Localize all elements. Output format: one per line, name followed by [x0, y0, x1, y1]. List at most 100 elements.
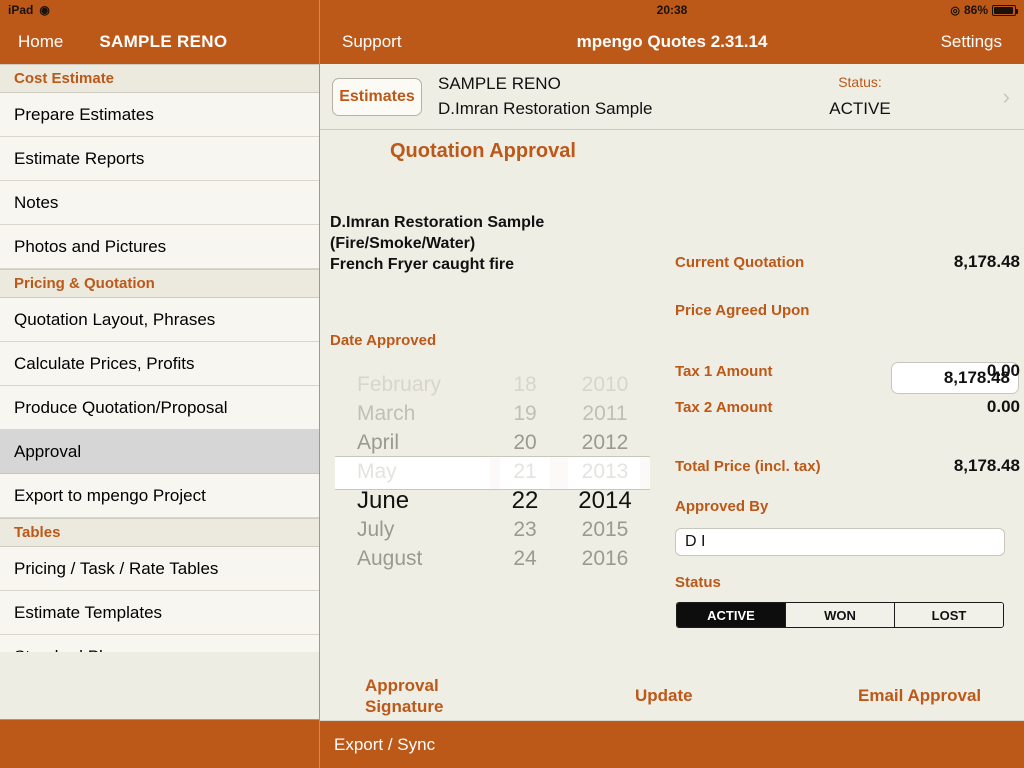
current-quotation-label: Current Quotation [675, 254, 804, 271]
estimate-name-label: D.Imran Restoration Sample [438, 99, 652, 119]
left-bottom-bar [0, 720, 319, 768]
date-picker[interactable]: FebruaryMarchAprilMayJuneJulyAugustSepte… [335, 370, 650, 570]
estimate-description: D.Imran Restoration Sample (Fire/Smoke/W… [330, 212, 544, 275]
date-picker-year[interactable]: 2010 [560, 370, 650, 399]
left-sidebar-pane: iPad ◉ Home SAMPLE RENO Cost EstimatePre… [0, 0, 320, 768]
date-picker-year[interactable]: 2011 [560, 399, 650, 428]
status-badge: ACTIVE [750, 99, 970, 119]
app-title: mpengo Quotes 2.31.14 [320, 32, 1024, 52]
approved-by-input[interactable]: D I [675, 528, 1005, 556]
total-price-label: Total Price (incl. tax) [675, 458, 821, 475]
total-price-value: 8,178.48 [860, 456, 1020, 476]
device-label: iPad [8, 3, 33, 17]
sidebar-item-notes[interactable]: Notes [0, 181, 319, 225]
date-picker-month[interactable]: March [335, 399, 490, 428]
status-segment-lost[interactable]: LOST [895, 603, 1003, 627]
date-picker-day[interactable]: 20 [490, 428, 560, 457]
home-button[interactable]: Home [18, 32, 63, 52]
sidebar-item-photos-and-pictures[interactable]: Photos and Pictures [0, 225, 319, 269]
battery-percent-label: 86% [964, 3, 988, 17]
sidebar-item-quotation-layout-phrases[interactable]: Quotation Layout, Phrases [0, 298, 319, 342]
sidebar-item-produce-quotation-proposal[interactable]: Produce Quotation/Proposal [0, 386, 319, 430]
date-picker-month[interactable]: July [335, 515, 490, 544]
date-picker-year[interactable]: 2015 [560, 515, 650, 544]
top-nav-bar: Support mpengo Quotes 2.31.14 Settings [320, 20, 1024, 64]
update-button[interactable]: Update [635, 685, 693, 706]
clock-label: 20:38 [657, 3, 688, 17]
date-picker-year-column[interactable]: 201020112012201320142015201620172018 [560, 370, 650, 570]
tax1-label: Tax 1 Amount [675, 363, 773, 380]
status-segment-active[interactable]: ACTIVE [677, 603, 786, 627]
date-approved-label: Date Approved [330, 332, 436, 349]
wifi-icon: ◉ [39, 4, 49, 16]
estimate-header-bar[interactable]: Estimates SAMPLE RENO D.Imran Restoratio… [320, 64, 1024, 130]
date-picker-year[interactable]: 2013 [560, 457, 650, 486]
description-line-2: (Fire/Smoke/Water) [330, 233, 544, 254]
bottom-bar[interactable]: Export / Sync [320, 720, 1024, 768]
settings-button[interactable]: Settings [941, 32, 1002, 52]
estimate-status-group: Status: ACTIVE [750, 74, 970, 119]
status-bar-left: iPad ◉ [0, 0, 319, 20]
chevron-right-icon[interactable]: › [1003, 84, 1010, 110]
sidebar-item-pricing-task-rate-tables[interactable]: Pricing / Task / Rate Tables [0, 547, 319, 591]
date-picker-day[interactable]: 19 [490, 399, 560, 428]
date-picker-day[interactable]: 21 [490, 457, 560, 486]
sidebar-section-header: Tables [0, 518, 319, 547]
tax2-value: 0.00 [860, 397, 1020, 417]
support-button[interactable]: Support [342, 32, 402, 52]
estimate-project-label: SAMPLE RENO [438, 74, 652, 94]
description-line-3: French Fryer caught fire [330, 254, 544, 275]
sidebar-item-calculate-prices-profits[interactable]: Calculate Prices, Profits [0, 342, 319, 386]
date-picker-month[interactable]: February [335, 370, 490, 399]
date-picker-day-column[interactable]: 181920212223242526 [490, 370, 560, 570]
date-picker-day[interactable]: 23 [490, 515, 560, 544]
current-quotation-value: 8,178.48 [860, 252, 1020, 272]
approval-signature-button[interactable]: Approval Signature [365, 675, 443, 717]
date-picker-day-selected[interactable]: 22 [490, 486, 560, 515]
sidebar-section-header: Cost Estimate [0, 64, 319, 93]
date-picker-month-column[interactable]: FebruaryMarchAprilMayJuneJulyAugustSepte… [335, 370, 490, 570]
tax1-value: 0.00 [860, 361, 1020, 381]
sidebar-item-prepare-estimates[interactable]: Prepare Estimates [0, 93, 319, 137]
date-picker-month[interactable]: August [335, 544, 490, 570]
page-title: Quotation Approval [390, 140, 576, 163]
estimate-titles: SAMPLE RENO D.Imran Restoration Sample [438, 74, 652, 119]
approval-content: Quotation Approval D.Imran Restoration S… [320, 130, 1024, 720]
date-picker-day[interactable]: 18 [490, 370, 560, 399]
date-picker-year[interactable]: 2012 [560, 428, 650, 457]
sidebar-item-estimate-reports[interactable]: Estimate Reports [0, 137, 319, 181]
sidebar-menu[interactable]: Cost EstimatePrepare EstimatesEstimate R… [0, 64, 319, 652]
tax2-label: Tax 2 Amount [675, 399, 773, 416]
price-agreed-label: Price Agreed Upon [675, 302, 809, 319]
status-bar-right-group: ◎ 86% [950, 0, 1016, 20]
sidebar-item-standard-phrases[interactable]: Standard Phrases [0, 635, 319, 652]
sidebar-item-estimate-templates[interactable]: Estimate Templates [0, 591, 319, 635]
sidebar-item-approval[interactable]: Approval [0, 430, 319, 474]
date-picker-day[interactable]: 24 [490, 544, 560, 570]
sidebar-empty-area [0, 652, 319, 720]
battery-icon [992, 5, 1016, 16]
status-label: Status: [750, 74, 970, 90]
email-approval-button[interactable]: Email Approval [858, 685, 981, 706]
approval-signature-line-1: Approval [365, 675, 443, 696]
date-picker-month-selected[interactable]: June [335, 486, 490, 515]
sidebar-section-header: Pricing & Quotation [0, 269, 319, 298]
status-segment-won[interactable]: WON [786, 603, 895, 627]
description-line-1: D.Imran Restoration Sample [330, 212, 544, 233]
project-name-label: SAMPLE RENO [99, 32, 227, 52]
approved-by-label: Approved By [675, 498, 768, 515]
status-bar-right: 20:38 ◎ 86% [320, 0, 1024, 20]
app-root: iPad ◉ Home SAMPLE RENO Cost EstimatePre… [0, 0, 1024, 768]
date-picker-year-selected[interactable]: 2014 [560, 486, 650, 515]
estimates-button[interactable]: Estimates [332, 78, 422, 116]
status-segmented-control[interactable]: ACTIVEWONLOST [676, 602, 1004, 628]
status-field-label: Status [675, 574, 721, 591]
approval-signature-line-2: Signature [365, 696, 443, 717]
date-picker-year[interactable]: 2016 [560, 544, 650, 570]
date-picker-month[interactable]: May [335, 457, 490, 486]
sidebar-item-export-to-mpengo-project[interactable]: Export to mpengo Project [0, 474, 319, 518]
date-picker-month[interactable]: April [335, 428, 490, 457]
export-sync-button[interactable]: Export / Sync [334, 735, 435, 755]
left-nav-bar: Home SAMPLE RENO [0, 20, 319, 64]
main-content-pane: 20:38 ◎ 86% Support mpengo Quotes 2.31.1… [320, 0, 1024, 768]
